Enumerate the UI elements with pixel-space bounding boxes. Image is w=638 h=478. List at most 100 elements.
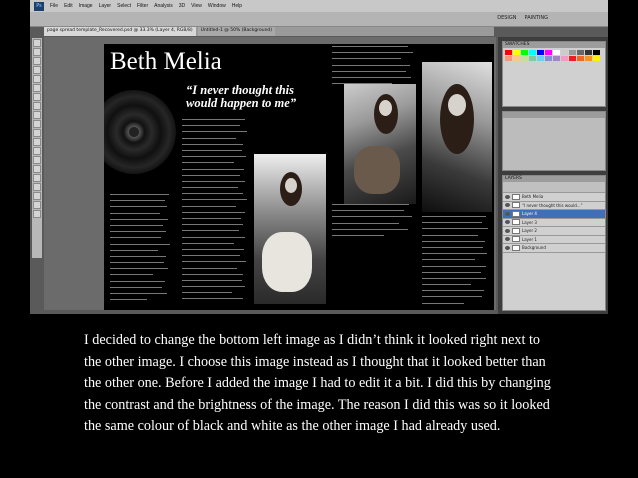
canvas-area[interactable]: Beth Melia “I never thought this would h… [44,37,496,310]
color-swatch[interactable] [577,50,584,55]
eye-icon[interactable] [505,203,510,208]
color-swatch[interactable] [513,56,520,61]
healing-brush-tool-icon[interactable] [33,93,41,101]
brush-tool-icon[interactable] [33,102,41,110]
color-swatch[interactable] [529,56,536,61]
menu-layer[interactable]: Layer [99,3,112,9]
layer-row[interactable]: Beth Melia [503,193,605,202]
layers-blend-mode-bar[interactable] [503,182,605,193]
color-swatch[interactable] [585,50,592,55]
marquee-tool-icon[interactable] [33,48,41,56]
crop-tool-icon[interactable] [33,75,41,83]
color-swatch[interactable] [505,56,512,61]
photoshop-screenshot: Ps File Edit Image Layer Select Filter A… [30,0,608,314]
layer-name: Layer 4 [522,211,537,217]
menu-file[interactable]: File [50,3,58,9]
eye-icon[interactable] [505,194,510,199]
color-swatch[interactable] [585,56,592,61]
lasso-tool-icon[interactable] [33,57,41,65]
color-swatch[interactable] [561,50,568,55]
layer-row[interactable]: Layer 3 [503,219,605,227]
eye-icon[interactable] [505,220,510,225]
gradient-tool-icon[interactable] [33,138,41,146]
photo-guitar-bottom-left[interactable] [254,154,326,304]
color-swatch[interactable] [505,50,512,55]
color-swatch[interactable] [529,50,536,55]
color-swatch[interactable] [521,50,528,55]
clone-stamp-tool-icon[interactable] [33,111,41,119]
eraser-tool-icon[interactable] [33,129,41,137]
hand-tool-icon[interactable] [33,201,41,209]
options-bar: DESIGN PAINTING [30,12,608,27]
zoom-tool-icon[interactable] [33,210,41,218]
menu-select[interactable]: Select [117,3,131,9]
history-brush-tool-icon[interactable] [33,120,41,128]
path-select-tool-icon[interactable] [33,183,41,191]
layer-name: Beth Melia [522,194,544,200]
color-swatch[interactable] [537,50,544,55]
dodge-tool-icon[interactable] [33,156,41,164]
photo-guitar-middle[interactable] [344,84,416,204]
blur-tool-icon[interactable] [33,147,41,155]
color-swatch[interactable] [545,50,552,55]
color-swatch[interactable] [569,56,576,61]
color-swatch[interactable] [553,50,560,55]
slide-caption: I decided to change the bottom left imag… [84,332,551,434]
menu-analysis[interactable]: Analysis [154,3,173,9]
photo-face [285,178,297,193]
type-tool-icon[interactable] [33,174,41,182]
shape-tool-icon[interactable] [33,192,41,200]
eye-icon[interactable] [505,237,510,242]
article-body-column-2 [182,119,250,304]
quick-select-tool-icon[interactable] [33,66,41,74]
workspace-design[interactable]: DESIGN [497,15,516,21]
color-swatch[interactable] [537,56,544,61]
layer-thumbnail [512,210,520,217]
menu-help[interactable]: Help [232,3,242,9]
workspace-painting[interactable]: PAINTING [525,15,548,21]
photoshop-logo-icon: Ps [34,1,44,11]
color-swatch[interactable] [593,50,600,55]
menu-3d[interactable]: 3D [179,3,185,9]
layer-row[interactable]: Background [503,244,605,253]
layer-thumbnail [512,219,520,226]
move-tool-icon[interactable] [33,39,41,47]
color-swatch[interactable] [561,56,568,61]
swatches-panel: SWATCHES [502,41,606,107]
adjustments-panel-header[interactable] [503,112,605,118]
eye-icon[interactable] [505,228,510,233]
menu-image[interactable]: Image [79,3,93,9]
menu-filter[interactable]: Filter [137,3,148,9]
article-title: Beth Melia [110,48,222,75]
photo-guitar [354,146,400,194]
magazine-spread[interactable]: Beth Melia “I never thought this would h… [104,44,494,310]
layer-thumbnail [512,202,520,209]
article-body-column-4 [332,204,418,244]
color-swatch[interactable] [577,56,584,61]
layer-row-selected[interactable]: Layer 4 [503,210,605,219]
layer-row[interactable]: “I never thought this would...” [503,202,605,210]
pen-tool-icon[interactable] [33,165,41,173]
article-body-column-5 [422,216,492,306]
tab-untitled[interactable]: Untitled-1 @ 50% (Background) [197,27,276,36]
color-swatch[interactable] [593,56,600,61]
color-swatch[interactable] [569,50,576,55]
color-swatch[interactable] [553,56,560,61]
menu-edit[interactable]: Edit [64,3,73,9]
color-swatch[interactable] [545,56,552,61]
layer-name: Background [522,245,546,251]
menu-view[interactable]: View [191,3,202,9]
tab-page-spread[interactable]: page spread template_Recovered.psd @ 33.… [44,27,196,36]
color-swatch[interactable] [521,56,528,61]
photo-portrait-right[interactable] [422,62,492,212]
color-swatch[interactable] [513,50,520,55]
menu-window[interactable]: Window [208,3,226,9]
photo-face [379,100,392,116]
eye-icon[interactable] [505,211,510,216]
eye-icon[interactable] [505,245,510,250]
layer-row[interactable]: Layer 2 [503,227,605,236]
adjustments-panel [502,111,606,171]
layer-row[interactable]: Layer 1 [503,236,605,244]
eyedropper-tool-icon[interactable] [33,84,41,92]
layer-thumbnail [512,227,520,234]
